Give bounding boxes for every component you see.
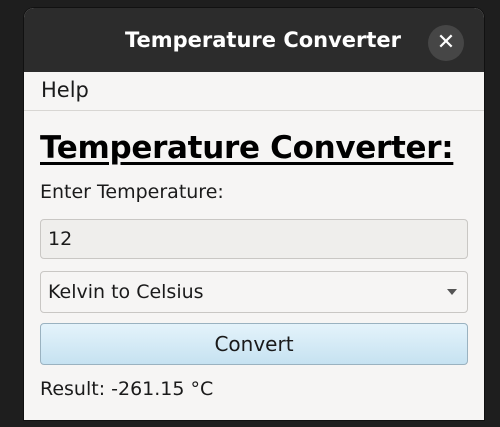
convert-button[interactable]: Convert <box>40 323 468 365</box>
window-title: Temperature Converter <box>124 28 402 52</box>
temperature-input[interactable] <box>40 219 468 259</box>
result-text: Result: -261.15 °C <box>40 378 214 400</box>
conversion-select[interactable]: Kelvin to Celsius <box>40 271 468 313</box>
close-button[interactable]: ✕ <box>428 25 464 61</box>
menu-item-help[interactable]: Help <box>41 78 89 102</box>
close-icon: ✕ <box>436 30 456 55</box>
conversion-selected-value: Kelvin to Celsius <box>48 281 204 303</box>
menu-bar: Help <box>24 72 484 111</box>
chevron-down-icon <box>447 289 457 295</box>
app-window: Temperature Converter ✕ Help Temperature… <box>24 8 484 420</box>
temperature-label: Enter Temperature: <box>40 181 224 203</box>
page-title: Temperature Converter: <box>40 130 454 166</box>
title-bar: Temperature Converter ✕ <box>24 8 484 72</box>
